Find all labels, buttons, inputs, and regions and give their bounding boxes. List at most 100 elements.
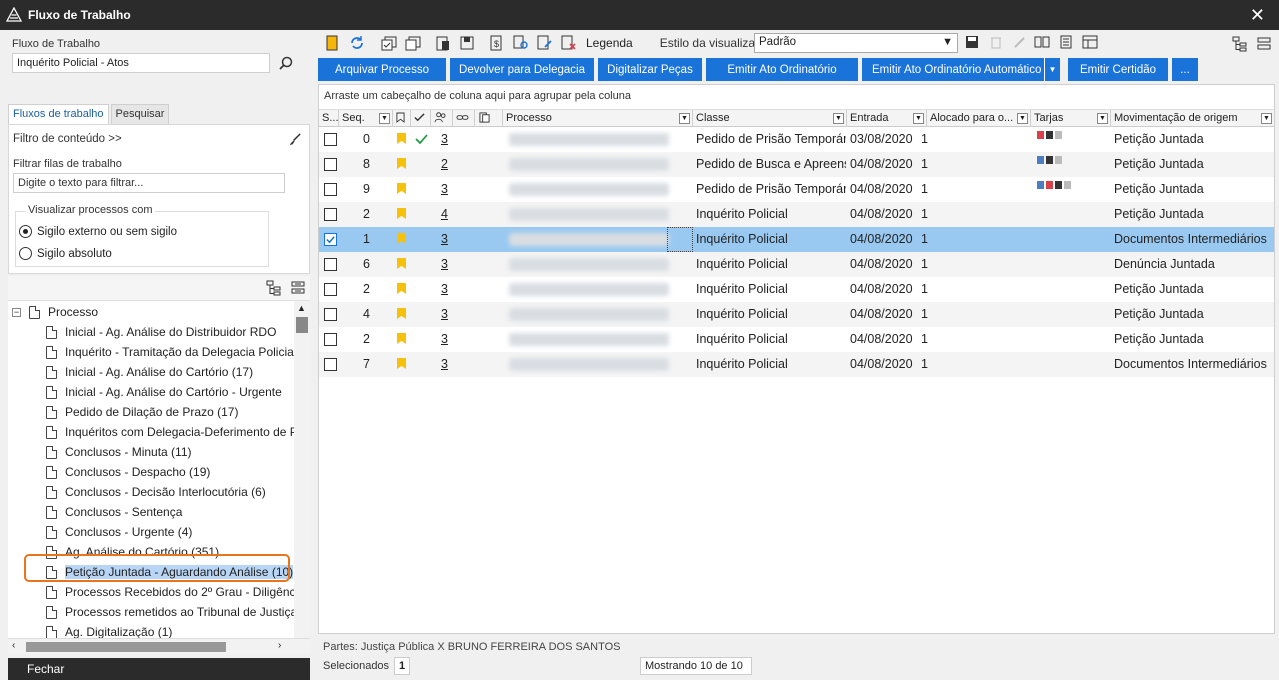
table-row[interactable]: 8 2 Pedido de Busca e Apreensão 04/08/2020 1… [319, 152, 1274, 177]
chevron-down-icon[interactable]: ▼ [942, 36, 953, 48]
table-row[interactable]: 4 3 Inquérito Policial 04/08/2020 1 Petição J… [319, 302, 1274, 327]
paste-icon[interactable] [434, 34, 452, 52]
bookmark-flag-icon[interactable] [397, 333, 406, 344]
processo-number-redacted[interactable] [509, 133, 669, 146]
digitalizar-pecas-button[interactable]: Digitalizar Peças [598, 58, 702, 81]
row-checkbox[interactable] [324, 233, 337, 246]
refresh-icon[interactable] [348, 34, 366, 52]
radio-on-icon[interactable] [19, 225, 32, 238]
col-header-link[interactable] [453, 110, 475, 127]
search-document-icon[interactable] [512, 34, 530, 52]
processo-number-redacted[interactable] [509, 308, 669, 321]
processo-number-redacted[interactable] [509, 283, 669, 296]
col-header-classe[interactable]: Classe ▼ [693, 110, 847, 127]
tree-item[interactable]: Conclusos - Decisão Interlocutória (6) [46, 482, 266, 502]
tree-item[interactable]: Conclusos - Despacho (19) [46, 462, 210, 482]
scroll-left-icon[interactable]: ‹ [12, 640, 15, 651]
processo-number-redacted[interactable] [509, 233, 669, 246]
filter-icon[interactable]: ▼ [1261, 113, 1272, 124]
scroll-right-icon[interactable]: › [278, 640, 281, 651]
tree-item[interactable]: Processos Recebidos do 2º Grau - Diligên… [46, 582, 305, 602]
close-icon[interactable]: ✕ [1250, 6, 1265, 24]
bookmark-flag-icon[interactable] [397, 258, 406, 269]
col-header-check[interactable] [411, 110, 431, 127]
bookmark-flag-icon[interactable] [397, 183, 406, 194]
scroll-up-icon[interactable]: ▲ [297, 303, 306, 313]
scroll-thumb[interactable] [26, 642, 226, 652]
collapse-node-icon[interactable]: − [12, 307, 21, 317]
number-link[interactable]: 2 [441, 152, 448, 177]
radio-sigilo-absoluto[interactable]: Sigilo absoluto [19, 247, 112, 260]
row-checkbox[interactable] [324, 308, 337, 321]
radio-sigilo-externo[interactable]: Sigilo externo ou sem sigilo [19, 225, 177, 238]
bookmark-flag-icon[interactable] [397, 233, 406, 244]
filter-icon[interactable]: ▼ [379, 113, 390, 124]
fechar-button[interactable]: Fechar [8, 658, 310, 680]
number-link[interactable]: 3 [441, 327, 448, 352]
dropdown-arrow-icon[interactable]: ▼ [1044, 58, 1060, 81]
edit-document-icon[interactable] [536, 34, 554, 52]
tree-item[interactable]: Conclusos - Sentença [46, 502, 182, 522]
collapse-all-icon[interactable] [1256, 36, 1272, 52]
emitir-ato-ordinatorio-button[interactable]: Emitir Ato Ordinatório [706, 58, 858, 81]
number-link[interactable]: 3 [441, 302, 448, 327]
brush-icon[interactable] [288, 132, 303, 147]
bookmark-flag-icon[interactable] [397, 158, 406, 169]
table-row[interactable]: 9 3 Pedido de Prisão Temporária 04/08/2020 1… [319, 177, 1274, 202]
collapse-tree-icon[interactable] [290, 280, 306, 296]
delete-document-icon[interactable] [560, 34, 578, 52]
number-link[interactable]: 4 [441, 202, 448, 227]
col-header-alocado[interactable]: Alocado para o... ▼ [927, 110, 1031, 127]
fluxo-input[interactable]: Inquérito Policial - Atos [12, 53, 270, 73]
tree-item[interactable]: Inicial - Ag. Análise do Cartório - Urge… [46, 382, 282, 402]
tree-item[interactable]: Conclusos - Minuta (11) [46, 442, 192, 462]
estilo-select[interactable]: Padrão ▼ [754, 33, 958, 53]
number-link[interactable]: 3 [441, 177, 448, 202]
col-header-seq[interactable]: Seq. ▼ [339, 110, 393, 127]
col-header-processo[interactable]: Processo ▼ [503, 110, 693, 127]
legenda-label[interactable]: Legenda [586, 36, 633, 50]
col-header-select[interactable]: S... [319, 110, 339, 127]
bookmark-flag-icon[interactable] [397, 133, 406, 144]
table-row[interactable]: 7 3 Inquérito Policial 04/08/2020 1 Documento… [319, 352, 1274, 377]
row-checkbox[interactable] [324, 183, 337, 196]
col-header-tarjas[interactable]: Tarjas ▼ [1031, 110, 1111, 127]
grid-settings-icon[interactable] [1082, 34, 1098, 50]
col-header-entrada[interactable]: Entrada ▼ [847, 110, 927, 127]
expand-tree-icon[interactable] [266, 280, 282, 296]
tree-item[interactable]: Inquéritos com Delegacia-Deferimento de … [46, 422, 310, 442]
row-checkbox[interactable] [324, 208, 337, 221]
tree-horizontal-scrollbar[interactable]: ‹ › [8, 638, 310, 655]
row-checkbox[interactable] [324, 133, 337, 146]
table-row[interactable]: 0 3 Pedido de Prisão Temporária 03/08/2020 1… [319, 127, 1274, 152]
processo-number-redacted[interactable] [509, 358, 669, 371]
tree-vertical-scrollbar[interactable]: ▲ ▼ [294, 301, 310, 655]
processo-number-redacted[interactable] [509, 208, 669, 221]
processo-number-redacted[interactable] [509, 158, 669, 171]
tab-pesquisar[interactable]: Pesquisar [110, 104, 170, 124]
col-header-people[interactable] [431, 110, 453, 127]
radio-off-icon[interactable] [19, 247, 32, 260]
tree-item[interactable]: Inicial - Ag. Análise do Cartório (17) [46, 362, 253, 382]
copy-icon[interactable] [404, 34, 422, 52]
search-icon[interactable] [276, 54, 296, 74]
filtrar-input[interactable]: Digite o texto para filtrar... [13, 173, 285, 193]
emitir-ato-automatico-button[interactable]: Emitir Ato Ordinatório Automático ▼ [862, 58, 1060, 81]
table-row[interactable]: 2 3 Inquérito Policial 04/08/2020 1 Petição J… [319, 277, 1274, 302]
emitir-certidao-button[interactable]: Emitir Certidão [1068, 58, 1168, 81]
book-icon[interactable] [1034, 34, 1050, 50]
arquivar-processo-button[interactable]: Arquivar Processo [318, 58, 446, 81]
tab-fluxos[interactable]: Fluxos de trabalho [8, 104, 109, 124]
expand-all-icon[interactable] [1232, 36, 1248, 52]
filter-icon[interactable]: ▼ [833, 113, 844, 124]
tree-item[interactable]: Conclusos - Urgente (4) [46, 522, 192, 542]
bookmark-flag-icon[interactable] [397, 358, 406, 369]
table-row[interactable]: 2 3 Inquérito Policial 04/08/2020 1 Petição J… [319, 327, 1274, 352]
row-checkbox[interactable] [324, 158, 337, 171]
number-link[interactable]: 3 [441, 277, 448, 302]
bookmark-icon[interactable] [324, 34, 342, 52]
scroll-thumb[interactable] [296, 317, 308, 333]
filter-icon[interactable]: ▼ [1017, 113, 1028, 124]
tree-item[interactable]: Inquérito - Tramitação da Delegacia Poli… [46, 342, 296, 362]
bookmark-flag-icon[interactable] [397, 208, 406, 219]
